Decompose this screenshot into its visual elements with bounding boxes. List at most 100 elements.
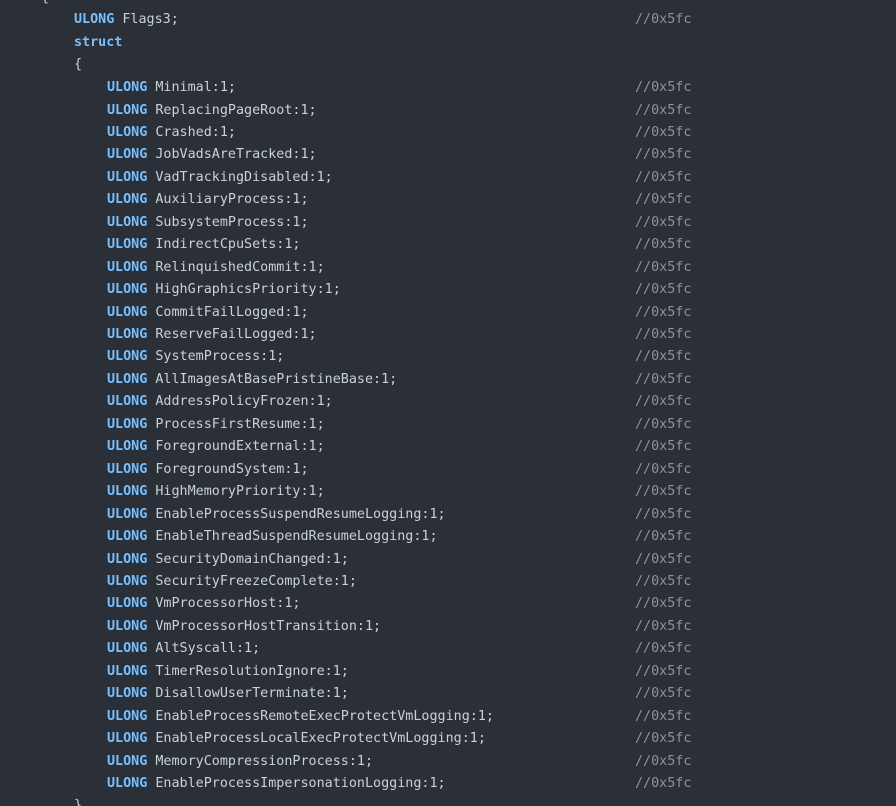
offset-comment: //0x5fc — [635, 618, 692, 634]
field-name: VadTrackingDisabled:1; — [155, 169, 333, 185]
field-name: EnableProcessLocalExecProtectVmLogging:1… — [155, 731, 486, 746]
field-name: HighMemoryPriority:1; — [155, 484, 325, 500]
code-line-struct: struct — [0, 32, 896, 55]
field-name: HighGraphicsPriority:1; — [155, 282, 341, 297]
type-keyword: ULONG — [107, 214, 148, 230]
field-name: SystemProcess:1; — [155, 349, 285, 365]
type-keyword: ULONG — [107, 686, 148, 702]
type-keyword: ULONG — [107, 416, 148, 432]
offset-comment: //0x5fc — [635, 214, 692, 230]
offset-comment: //0x5fc — [635, 349, 692, 365]
code-line-field: ULONG HighGraphicsPriority:1; //0x5fc — [0, 279, 896, 302]
field-name: AuxiliaryProcess:1; — [155, 192, 309, 208]
code-line-flags3: ULONG Flags3; //0x5fc — [0, 9, 896, 32]
offset-comment: //0x5fc — [635, 282, 692, 297]
offset-comment: //0x5fc — [635, 529, 692, 544]
code-line-field: ULONG SubsystemProcess:1; //0x5fc — [0, 212, 896, 235]
type-keyword: ULONG — [107, 326, 148, 342]
offset-comment: //0x5fc — [635, 80, 692, 95]
code-line-field: ULONG TimerResolutionIgnore:1; //0x5fc — [0, 661, 896, 684]
code-line-close-brace: } — [0, 795, 896, 806]
type-keyword: ULONG — [107, 259, 148, 275]
offset-comment: //0x5fc — [635, 259, 692, 275]
struct-keyword: struct — [74, 35, 123, 50]
type-keyword: ULONG — [107, 753, 148, 769]
field-name: Flags3; — [122, 12, 179, 27]
type-keyword: ULONG — [107, 102, 148, 118]
offset-comment: //0x5fc — [635, 596, 692, 612]
type-keyword: ULONG — [107, 506, 148, 522]
type-keyword: ULONG — [107, 192, 148, 208]
offset-comment: //0x5fc — [635, 461, 692, 477]
type-keyword: ULONG — [107, 394, 148, 410]
offset-comment: //0x5fc — [635, 147, 692, 163]
offset-comment: //0x5fc — [635, 124, 692, 140]
code-line-field: ULONG SecurityFreezeComplete:1; //0x5fc — [0, 571, 896, 594]
offset-comment: //0x5fc — [635, 708, 692, 724]
type-keyword: ULONG — [107, 147, 148, 163]
code-line-field: ULONG RelinquishedCommit:1; //0x5fc — [0, 257, 896, 280]
offset-comment: //0x5fc — [635, 416, 692, 432]
field-name: ForegroundSystem:1; — [155, 461, 309, 477]
code-line-field: ULONG JobVadsAreTracked:1; //0x5fc — [0, 144, 896, 167]
offset-comment: //0x5fc — [635, 641, 692, 657]
type-keyword: ULONG — [107, 80, 148, 95]
code-line-field: ULONG SecurityDomainChanged:1; //0x5fc — [0, 549, 896, 572]
offset-comment: //0x5fc — [635, 371, 692, 387]
type-keyword: ULONG — [107, 282, 148, 297]
offset-comment: //0x5fc — [635, 753, 692, 769]
field-name: ProcessFirstResume:1; — [155, 416, 325, 432]
type-keyword: ULONG — [107, 371, 148, 387]
type-keyword: ULONG — [107, 304, 148, 320]
offset-comment: //0x5fc — [635, 304, 692, 320]
open-brace: { — [74, 57, 83, 72]
type-keyword: ULONG — [107, 439, 148, 455]
offset-comment: //0x5fc — [635, 439, 692, 455]
code-line-field: ULONG VmProcessorHost:1; //0x5fc — [0, 593, 896, 616]
field-name: VmProcessorHostTransition:1; — [155, 618, 382, 634]
type-keyword: ULONG — [107, 349, 148, 365]
field-name: EnableProcessRemoteExecProtectVmLogging:… — [155, 708, 494, 724]
code-line-field: ULONG CommitFailLogged:1; //0x5fc — [0, 302, 896, 325]
field-name: VmProcessorHost:1; — [155, 596, 301, 612]
field-name: IndirectCpuSets:1; — [155, 237, 301, 253]
type-keyword: ULONG — [107, 641, 148, 657]
type-keyword: ULONG — [107, 124, 148, 140]
code-line-field: ULONG Crashed:1; //0x5fc — [0, 122, 896, 145]
code-line-field: ULONG VadTrackingDisabled:1; //0x5fc — [0, 167, 896, 190]
field-name: CommitFailLogged:1; — [155, 304, 309, 320]
code-line-field: ULONG AddressPolicyFrozen:1; //0x5fc — [0, 391, 896, 414]
type-keyword: ULONG — [107, 573, 148, 589]
offset-comment: //0x5fc — [635, 686, 692, 702]
offset-comment: //0x5fc — [635, 775, 692, 791]
code-line-field: ULONG VmProcessorHostTransition:1; //0x5f… — [0, 616, 896, 639]
field-name: EnableProcessImpersonationLogging:1; — [155, 775, 446, 791]
field-name: EnableProcessSuspendResumeLogging:1; — [155, 506, 446, 522]
code-line-field: ULONG SystemProcess:1; //0x5fc — [0, 346, 896, 369]
field-name: ForegroundExternal:1; — [155, 439, 325, 455]
code-line-field: ULONG EnableProcessRemoteExecProtectVmLo… — [0, 706, 896, 729]
code-line-field: ULONG Minimal:1; //0x5fc — [0, 77, 896, 100]
type-keyword: ULONG — [107, 551, 148, 567]
code-line-field: ULONG ReserveFailLogged:1; //0x5fc — [0, 324, 896, 347]
code-line-field: ULONG EnableProcessImpersonationLogging:… — [0, 773, 896, 796]
close-brace: } — [74, 798, 83, 806]
type-keyword: ULONG — [107, 618, 148, 634]
code-line-field: ULONG EnableProcessSuspendResumeLogging:… — [0, 504, 896, 527]
code-line-field: ULONG MemoryCompressionProcess:1; //0x5fc — [0, 751, 896, 774]
type-keyword: ULONG — [107, 529, 148, 544]
code-line-field: ULONG AuxiliaryProcess:1; //0x5fc — [0, 189, 896, 212]
offset-comment: //0x5fc — [635, 326, 692, 342]
type-keyword: ULONG — [107, 461, 148, 477]
code-line-field: ULONG DisallowUserTerminate:1; //0x5fc — [0, 683, 896, 706]
offset-comment: //0x5fc — [635, 192, 692, 208]
offset-comment: //0x5fc — [635, 506, 692, 522]
offset-comment: //0x5fc — [635, 12, 692, 27]
field-name: JobVadsAreTracked:1; — [155, 147, 317, 163]
type-keyword: ULONG — [107, 169, 148, 185]
code-line-field: ULONG ProcessFirstResume:1; //0x5fc — [0, 414, 896, 437]
type-keyword: ULONG — [74, 12, 115, 27]
offset-comment: //0x5fc — [635, 102, 692, 118]
type-keyword: ULONG — [107, 663, 148, 679]
type-keyword: ULONG — [107, 596, 148, 612]
